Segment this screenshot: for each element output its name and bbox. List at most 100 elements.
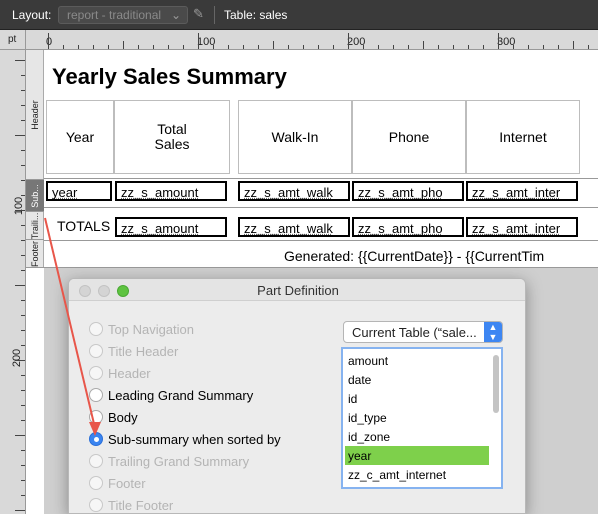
part-boundary[interactable] bbox=[44, 240, 598, 241]
part-tab-subsummary[interactable]: Sub... bbox=[26, 180, 44, 212]
field-internet-amount[interactable]: zz_s_amt_inter bbox=[466, 181, 578, 201]
ruler-tick bbox=[303, 45, 304, 49]
layout-label: Layout: bbox=[12, 8, 52, 22]
ruler-tick bbox=[21, 90, 25, 91]
ruler-tick bbox=[213, 45, 214, 49]
ruler-number: 100 bbox=[13, 196, 26, 216]
part-boundary[interactable] bbox=[44, 267, 598, 268]
horizontal-ruler: 0 100 200 300 bbox=[26, 30, 598, 50]
ruler-tick bbox=[198, 33, 199, 49]
ruler-tick bbox=[273, 41, 274, 49]
part-boundary[interactable] bbox=[44, 178, 598, 179]
ruler-number: 0 bbox=[46, 36, 53, 48]
minimize-window-button[interactable] bbox=[98, 285, 110, 297]
ruler-tick bbox=[21, 195, 25, 196]
part-type-option-label: Leading Grand Summary bbox=[108, 387, 254, 403]
ruler-tick bbox=[15, 435, 25, 436]
field-year[interactable]: year bbox=[46, 181, 112, 201]
radio-button[interactable] bbox=[89, 388, 103, 402]
ruler-tick bbox=[21, 75, 25, 76]
radio-button bbox=[89, 454, 103, 468]
column-header-internet[interactable]: Internet bbox=[466, 100, 580, 174]
ruler-tick bbox=[15, 135, 25, 136]
filemaker-layout-window: Layout: report - traditional ⌄ ✎ Table: … bbox=[0, 0, 598, 514]
part-tab-footer[interactable]: Footer bbox=[26, 240, 44, 268]
zoom-window-button[interactable] bbox=[117, 285, 129, 297]
ruler-tick bbox=[15, 510, 25, 511]
ruler-tick bbox=[21, 120, 25, 121]
part-type-option: Title Footer bbox=[89, 495, 173, 513]
column-header-total-sales[interactable]: Total Sales bbox=[114, 100, 230, 174]
ruler-tick bbox=[21, 270, 25, 271]
ruler-tick bbox=[108, 45, 109, 49]
ruler-tick bbox=[348, 33, 349, 49]
column-header-year[interactable]: Year bbox=[46, 100, 114, 174]
ruler-tick bbox=[123, 41, 124, 49]
part-type-option[interactable]: Sub-summary when sorted by bbox=[89, 429, 281, 449]
vertical-ruler: 100 200 bbox=[0, 50, 26, 514]
radio-button bbox=[89, 322, 103, 336]
part-type-option: Trailing Grand Summary bbox=[89, 451, 249, 471]
chevron-down-icon: ⌄ bbox=[170, 8, 181, 22]
part-definition-dialog: Part Definition Top Navigation Title Head… bbox=[68, 278, 526, 514]
field-list-scrollbar[interactable] bbox=[493, 355, 499, 413]
ruler-tick bbox=[573, 41, 574, 49]
ruler-tick bbox=[228, 45, 229, 49]
field-list-item[interactable]: id_type bbox=[345, 408, 489, 427]
field-walk-amount[interactable]: zz_s_amt_walk bbox=[238, 181, 350, 201]
ruler-tick bbox=[21, 390, 25, 391]
field-list-item[interactable]: zz_c_amt_internet bbox=[345, 465, 489, 484]
part-type-option[interactable]: Body bbox=[89, 407, 138, 427]
part-tab-trailing[interactable]: Traili... bbox=[26, 212, 44, 240]
column-header-walk-in[interactable]: Walk-In bbox=[238, 100, 352, 174]
part-tab-header[interactable]: Header bbox=[26, 50, 44, 180]
ruler-tick bbox=[21, 180, 25, 181]
ruler-tick bbox=[63, 45, 64, 49]
radio-button bbox=[89, 344, 103, 358]
radio-button[interactable] bbox=[89, 410, 103, 424]
ruler-unit[interactable]: pt bbox=[0, 30, 26, 50]
field-list-item[interactable]: year bbox=[345, 446, 489, 465]
part-boundary[interactable] bbox=[44, 207, 598, 208]
field-list-item[interactable]: id bbox=[345, 389, 489, 408]
ruler-tick bbox=[21, 450, 25, 451]
close-window-button[interactable] bbox=[79, 285, 91, 297]
ruler-tick bbox=[393, 45, 394, 49]
ruler-tick bbox=[408, 45, 409, 49]
radio-button bbox=[89, 476, 103, 490]
part-type-option[interactable]: Leading Grand Summary bbox=[89, 385, 253, 405]
ruler-number: 200 bbox=[11, 348, 24, 368]
layout-selector[interactable]: report - traditional ⌄ bbox=[58, 6, 188, 24]
ruler-tick bbox=[483, 45, 484, 49]
ruler-tick bbox=[15, 210, 25, 211]
field-list-item[interactable]: date bbox=[345, 370, 489, 389]
field-list-item[interactable]: id_zone bbox=[345, 427, 489, 446]
field-total-amount[interactable]: zz_s_amount bbox=[115, 181, 227, 201]
totals-label[interactable]: TOTALS bbox=[57, 218, 110, 234]
radio-button[interactable] bbox=[89, 432, 103, 446]
ruler-tick bbox=[318, 45, 319, 49]
ruler-tick bbox=[48, 33, 49, 49]
part-type-option-label: Body bbox=[108, 409, 138, 425]
ruler-tick bbox=[423, 41, 424, 49]
radio-button bbox=[89, 498, 103, 512]
ruler-tick bbox=[498, 33, 499, 49]
field-list-item[interactable]: amount bbox=[345, 351, 489, 370]
ruler-tick bbox=[21, 105, 25, 106]
pencil-icon[interactable]: ✎ bbox=[193, 6, 204, 22]
field-list[interactable]: amount date id id_type id_zone year zz_c_amt_i… bbox=[341, 347, 503, 489]
ruler-tick bbox=[21, 150, 25, 151]
field-grand-walk-amount[interactable]: zz_s_amt_walk bbox=[238, 217, 350, 237]
field-grand-phone-amount[interactable]: zz_s_amt_pho bbox=[352, 217, 464, 237]
field-grand-internet-amount[interactable]: zz_s_amt_inter bbox=[466, 217, 578, 237]
table-dropdown[interactable]: Current Table (“sale... ▲ ▼ bbox=[343, 321, 503, 343]
part-type-option-label: Footer bbox=[108, 475, 146, 491]
field-phone-amount[interactable]: zz_s_amt_pho bbox=[352, 181, 464, 201]
ruler-tick bbox=[468, 45, 469, 49]
ruler-tick bbox=[528, 45, 529, 49]
field-grand-total-amount[interactable]: zz_s_amount bbox=[115, 217, 227, 237]
column-header-phone[interactable]: Phone bbox=[352, 100, 466, 174]
ruler-tick bbox=[288, 45, 289, 49]
generated-footer-text[interactable]: Generated: {{CurrentDate}} - {{CurrentTi… bbox=[284, 248, 544, 264]
report-title[interactable]: Yearly Sales Summary bbox=[52, 64, 287, 90]
